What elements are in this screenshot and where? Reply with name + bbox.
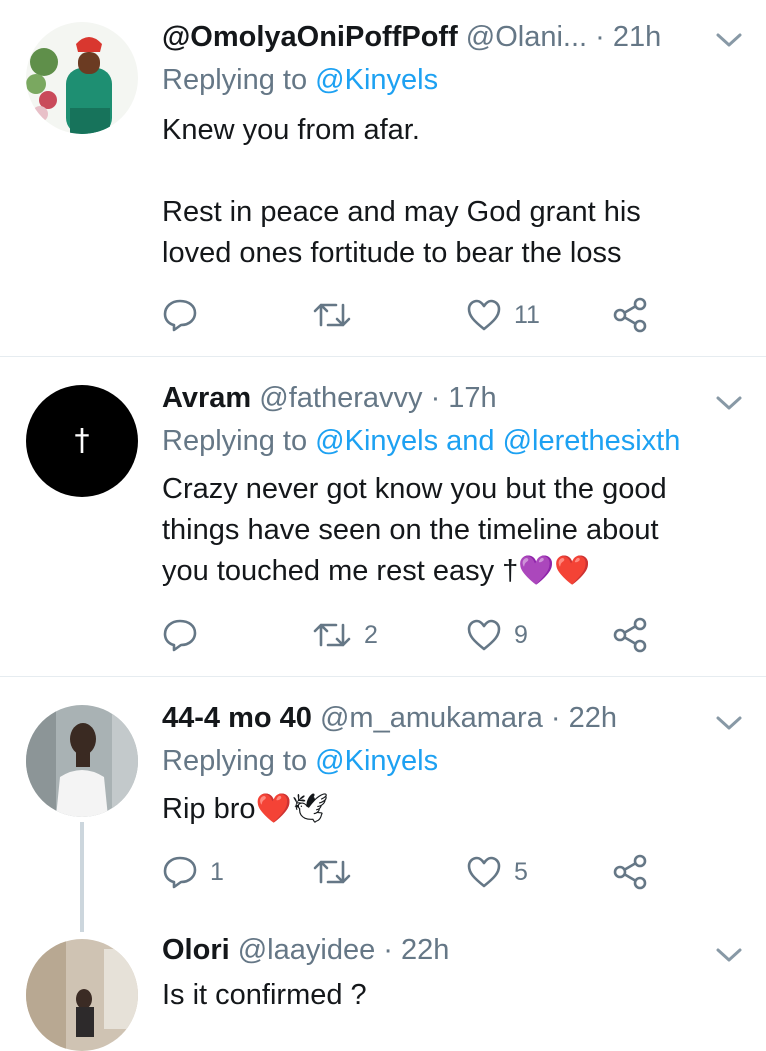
share-button[interactable]: [612, 295, 650, 335]
tweet-actions: 1 5: [162, 852, 662, 892]
share-icon: [613, 854, 647, 890]
tweet-text: Knew you from afar. Rest in peace and ma…: [162, 110, 742, 274]
reply-button[interactable]: [162, 615, 210, 655]
share-icon: [613, 297, 647, 333]
reply-button[interactable]: [162, 295, 210, 335]
chevron-down-icon[interactable]: [714, 393, 744, 413]
tweet-actions: 11: [162, 295, 662, 335]
display-name[interactable]: Olori: [162, 934, 230, 966]
display-name[interactable]: @OmolyaOniPoffPoff: [162, 21, 458, 53]
replying-to-label: Replying to: [162, 745, 308, 777]
text-line: Rip bro❤️🕊: [162, 793, 329, 825]
share-button[interactable]: [612, 615, 650, 655]
avatar-image: [26, 705, 138, 817]
avatar-image: [26, 939, 138, 1051]
avatar[interactable]: [26, 939, 138, 1051]
avatar[interactable]: †: [26, 385, 138, 497]
replying-to-label: Replying to: [162, 425, 308, 457]
tweet-actions: 2 9: [162, 615, 662, 655]
timestamp[interactable]: · 22h: [551, 702, 617, 734]
chevron-down-icon[interactable]: [714, 713, 744, 733]
text-line: Crazy never got know you but the good: [162, 473, 667, 505]
text-line: [162, 151, 742, 192]
replying-to-label: Replying to: [162, 64, 308, 96]
tweet-header: 44-4 mo 40 @m_amukamara · 22h: [162, 700, 696, 736]
like-count: 5: [514, 857, 528, 886]
cross-icon: †: [74, 423, 90, 458]
timestamp[interactable]: · 21h: [595, 21, 661, 53]
reply-button[interactable]: 1: [162, 852, 224, 892]
retweet-button[interactable]: 2: [312, 615, 378, 655]
replying-and: and: [446, 425, 495, 457]
tweet[interactable]: @OmolyaOniPoffPoff @Olani... · 21h Reply…: [0, 0, 766, 356]
timestamp[interactable]: · 22h: [383, 934, 449, 966]
retweet-count: 2: [364, 620, 378, 649]
share-icon: [613, 617, 647, 653]
tweet-header: Olori @laayidee · 22h: [162, 932, 696, 968]
tweet-text: Rip bro❤️🕊: [162, 789, 742, 830]
retweet-icon: [313, 623, 351, 647]
chevron-down-icon[interactable]: [714, 30, 744, 50]
retweet-button[interactable]: [312, 852, 364, 892]
like-icon: [467, 299, 501, 331]
reply-icon: [163, 619, 197, 652]
share-button[interactable]: [612, 852, 650, 892]
like-button[interactable]: 9: [466, 615, 528, 655]
display-name[interactable]: Avram: [162, 382, 251, 414]
mention-link[interactable]: @lerethesixth: [503, 425, 681, 457]
retweet-icon: [313, 303, 351, 327]
user-handle[interactable]: @m_amukamara: [320, 702, 543, 734]
display-name[interactable]: 44-4 mo 40: [162, 702, 312, 734]
like-button[interactable]: 11: [466, 295, 540, 335]
avatar[interactable]: [26, 22, 138, 134]
user-handle[interactable]: @fatheravvy: [259, 382, 422, 414]
mention-link[interactable]: @Kinyels: [315, 745, 438, 777]
chevron-down-icon[interactable]: [714, 945, 744, 965]
tweet-header: @OmolyaOniPoffPoff @Olani... · 21h: [162, 19, 696, 55]
text-line: you touched me rest easy †💜❤️: [162, 555, 591, 587]
mention-link[interactable]: @Kinyels: [315, 64, 438, 96]
reply-icon: [163, 856, 197, 889]
retweet-icon: [313, 860, 351, 884]
like-count: 9: [514, 620, 528, 649]
replying-to: Replying to @Kinyels and @lerethesixth: [162, 423, 680, 459]
mention-link[interactable]: @Kinyels: [315, 425, 438, 457]
user-handle[interactable]: @laayidee: [238, 934, 375, 966]
user-handle[interactable]: @Olani...: [466, 21, 587, 53]
like-count: 11: [514, 300, 540, 329]
text-line: loved ones fortitude to bear the loss: [162, 237, 622, 269]
like-icon: [467, 856, 501, 888]
timestamp[interactable]: · 17h: [431, 382, 497, 414]
avatar-image: [26, 22, 138, 134]
retweet-button[interactable]: [312, 295, 364, 335]
replying-to: Replying to @Kinyels: [162, 743, 438, 779]
avatar[interactable]: [26, 705, 138, 817]
like-icon: [467, 619, 501, 651]
text-line: Rest in peace and may God grant his: [162, 196, 641, 228]
text-line: things have seen on the timeline about: [162, 514, 659, 546]
tweet-text: Is it confirmed ?: [162, 975, 742, 1016]
reply-icon: [163, 299, 197, 332]
tweet[interactable]: Olori @laayidee · 22h Is it confirmed ?: [0, 927, 766, 1051]
tweet[interactable]: 44-4 mo 40 @m_amukamara · 22h Replying t…: [0, 677, 766, 927]
like-button[interactable]: 5: [466, 852, 528, 892]
text-line: Is it confirmed ?: [162, 979, 367, 1011]
reply-count: 1: [210, 857, 224, 886]
tweet-header: Avram @fatheravvy · 17h: [162, 380, 696, 416]
replying-to: Replying to @Kinyels: [162, 62, 438, 98]
tweet-text: Crazy never got know you but the good th…: [162, 469, 742, 592]
text-line: Knew you from afar.: [162, 114, 420, 146]
tweet[interactable]: † Avram @fatheravvy · 17h Replying to @K…: [0, 357, 766, 675]
